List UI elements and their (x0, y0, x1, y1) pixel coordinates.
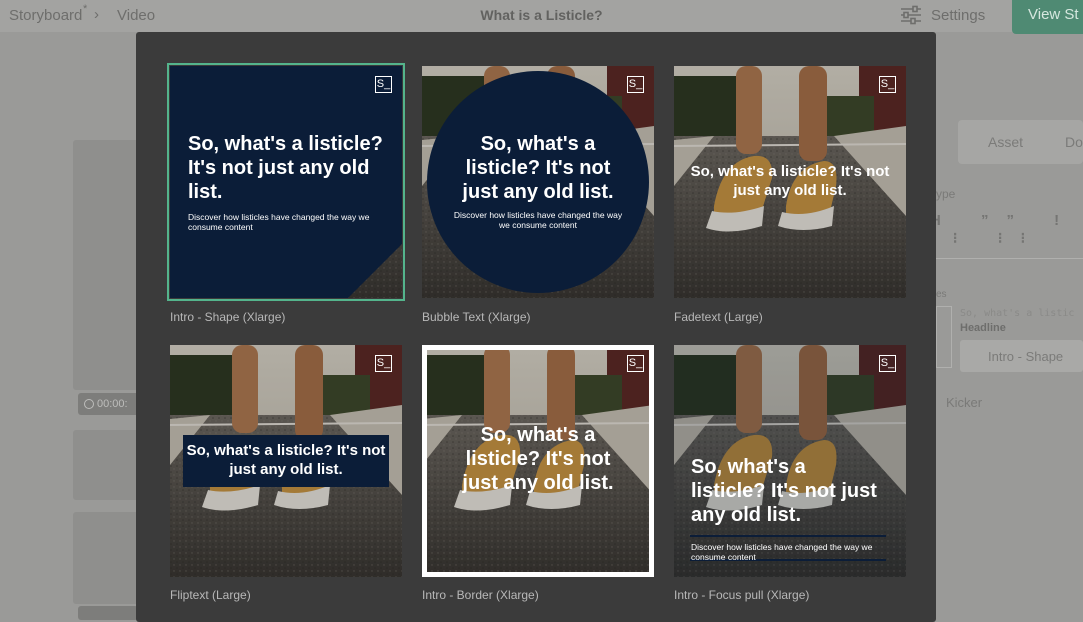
scene-thumbnail[interactable] (73, 512, 143, 604)
template-card-intro-shape[interactable]: So, what's a listicle? It's not just any… (167, 63, 405, 301)
template-preview: So, what's a listicle? It's not just any… (422, 345, 654, 577)
scene-timecode (78, 606, 138, 620)
brand-logo: S_ (375, 76, 392, 93)
preview-subtext: Discover how listicles have changed the … (188, 212, 370, 232)
settings-label: Settings (931, 6, 986, 24)
kicker-label: Kicker (946, 395, 983, 410)
template-label: Intro - Shape (Xlarge) (170, 310, 286, 324)
template-preview: So, what's a listicle? It's not just any… (422, 66, 654, 298)
brand-logo: S_ (375, 355, 392, 372)
template-label: Bubble Text (Xlarge) (422, 310, 531, 324)
clock-icon (84, 399, 94, 409)
preview-headline: So, what's a listicle? It's not just any… (690, 163, 890, 199)
preview-headline: So, what's a listicle? It's not just any… (186, 442, 386, 478)
divider (936, 258, 1083, 259)
template-preview: So, what's a listicle? It's not just any… (674, 66, 906, 298)
view-storyboard-button[interactable]: View St (1012, 0, 1083, 34)
sliders-icon (901, 5, 921, 25)
brand-logo: S_ (627, 76, 644, 93)
template-label: Intro - Focus pull (Xlarge) (674, 588, 810, 602)
template-label: Fliptext (Large) (170, 588, 251, 602)
type-label: ype (936, 187, 956, 201)
scene-thumbnail[interactable] (73, 140, 143, 390)
timecode-value: 00:00: (97, 398, 128, 410)
tab-do[interactable]: Do (1065, 134, 1083, 150)
headline-input[interactable]: So, what's a listic (960, 308, 1074, 319)
template-card-intro-focus-pull[interactable]: So, what's a listicle? It's not just any… (674, 345, 906, 577)
brand-logo: S_ (879, 355, 896, 372)
template-card-intro-border[interactable]: So, what's a listicle? It's not just any… (422, 345, 654, 577)
headline-label: Headline (960, 322, 1006, 334)
template-card-fadetext[interactable]: So, what's a listicle? It's not just any… (674, 66, 906, 298)
headline-checkbox[interactable] (936, 306, 952, 368)
template-card-bubble-text[interactable]: So, what's a listicle? It's not just any… (422, 66, 654, 298)
preview-headline: So, what's a listicle? It's not just any… (462, 424, 614, 494)
preview-headline: So, what's a listicle? It's not just any… (691, 456, 877, 526)
section-label: es (936, 289, 947, 300)
brand-logo: S_ (879, 76, 896, 93)
template-preview: So, what's a listicle? It's not just any… (674, 345, 906, 577)
template-preview: So, what's a listicle? It's not just any… (170, 345, 402, 577)
top-bar: Storyboard * › Video What is a Listicle?… (0, 0, 1083, 34)
template-label: Fadetext (Large) (674, 310, 763, 324)
template-select[interactable]: Intro - Shape (960, 340, 1083, 372)
template-card-fliptext[interactable]: So, what's a listicle? It's not just any… (170, 345, 402, 577)
tab-asset[interactable]: Asset (988, 134, 1023, 150)
settings-button[interactable]: Settings (900, 5, 985, 25)
preview-headline: So, what's a listicle? It's not just any… (462, 133, 614, 203)
template-label: Intro - Border (Xlarge) (422, 588, 539, 602)
brand-logo: S_ (627, 355, 644, 372)
preview-subtext: Discover how listicles have changed the … (453, 210, 623, 230)
template-preview: So, what's a listicle? It's not just any… (170, 66, 402, 298)
preview-headline: So, what's a listicle? It's not just any… (188, 133, 383, 203)
preview-subtext: Discover how listicles have changed the … (691, 542, 873, 562)
format-toolbar[interactable]: H ”” ! ⁝⁝ ⁝⁝ (930, 212, 1083, 247)
template-picker-modal: So, what's a listicle? It's not just any… (136, 32, 936, 622)
scene-thumbnail[interactable] (73, 430, 143, 500)
